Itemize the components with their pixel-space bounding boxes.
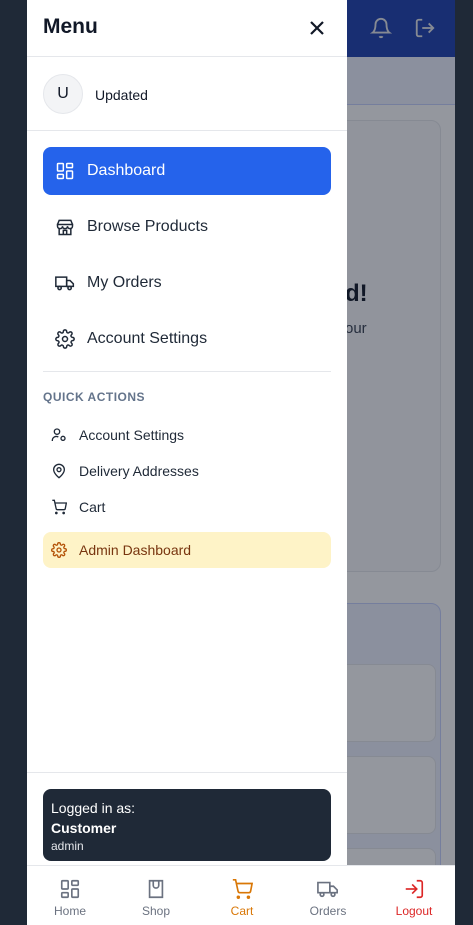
nav-item-account-settings[interactable]: Account Settings xyxy=(43,315,331,363)
quick-item-delivery-addresses[interactable]: Delivery Addresses xyxy=(43,453,331,489)
bottom-nav-label: Home xyxy=(53,904,86,918)
bottom-nav-cart[interactable]: Cart xyxy=(199,878,285,918)
quick-item-label: Cart xyxy=(79,499,106,515)
bottom-nav-label: Cart xyxy=(230,904,254,918)
grid-icon xyxy=(60,879,80,899)
nav-item-label: Dashboard xyxy=(87,162,166,179)
cart-icon xyxy=(232,879,253,899)
close-icon xyxy=(310,21,324,35)
side-drawer: Menu U Updated Dashboard Browse Products… xyxy=(27,0,347,865)
divider xyxy=(43,371,331,372)
user-role: Customer xyxy=(51,820,117,836)
truck-icon xyxy=(55,276,75,291)
bottom-nav-label: Orders xyxy=(309,904,347,918)
quick-item-label: Delivery Addresses xyxy=(79,463,199,479)
bottom-nav-label: Shop xyxy=(141,904,171,918)
bottom-nav-shop[interactable]: Shop xyxy=(113,878,199,918)
bottom-nav-home[interactable]: Home xyxy=(27,878,113,918)
gear-icon xyxy=(55,329,75,349)
logout-icon xyxy=(405,879,424,899)
close-button[interactable] xyxy=(305,16,329,40)
quick-item-account-settings[interactable]: Account Settings xyxy=(43,417,331,453)
drawer-title: Menu xyxy=(43,15,98,38)
nav-item-label: Account Settings xyxy=(87,330,208,347)
quick-item-label: Account Settings xyxy=(79,427,185,443)
truck-icon xyxy=(317,881,338,898)
gear-icon xyxy=(51,542,67,558)
grid-icon xyxy=(56,162,74,180)
shopping-bag-icon xyxy=(148,879,164,899)
avatar: U xyxy=(43,74,83,114)
quick-actions-list: Account Settings Delivery Addresses Cart xyxy=(43,417,331,525)
store-icon xyxy=(56,219,74,236)
user-name: Updated xyxy=(95,87,148,103)
bottom-nav-orders[interactable]: Orders xyxy=(285,878,371,918)
user-gear-icon xyxy=(51,428,66,441)
nav-item-browse-products[interactable]: Browse Products xyxy=(43,203,331,251)
bottom-nav-label: Logout xyxy=(395,904,433,918)
login-status-card: Logged in as: Customer admin xyxy=(43,789,331,861)
quick-item-cart[interactable]: Cart xyxy=(43,489,331,525)
bottom-nav: Home Shop Cart Orders Logout xyxy=(27,865,455,925)
quick-actions-heading: QUICK ACTIONS xyxy=(43,390,146,404)
nav-item-label: Browse Products xyxy=(87,218,208,235)
quick-item-admin-dashboard[interactable]: Admin Dashboard xyxy=(43,532,331,568)
drawer-header: Menu xyxy=(27,0,347,57)
username: admin xyxy=(51,839,84,853)
quick-item-label: Admin Dashboard xyxy=(79,542,192,558)
logged-in-label: Logged in as: xyxy=(51,800,136,816)
cart-icon xyxy=(52,499,67,515)
map-pin-icon xyxy=(52,463,66,479)
bottom-nav-logout[interactable]: Logout xyxy=(371,878,455,918)
nav-item-label: My Orders xyxy=(87,274,162,291)
user-profile[interactable]: U Updated xyxy=(27,57,347,131)
nav-item-my-orders[interactable]: My Orders xyxy=(43,259,331,307)
main-nav: Dashboard Browse Products My Orders Acco… xyxy=(43,147,331,371)
drawer-footer: Logged in as: Customer admin xyxy=(27,772,347,865)
nav-item-dashboard[interactable]: Dashboard xyxy=(43,147,331,195)
